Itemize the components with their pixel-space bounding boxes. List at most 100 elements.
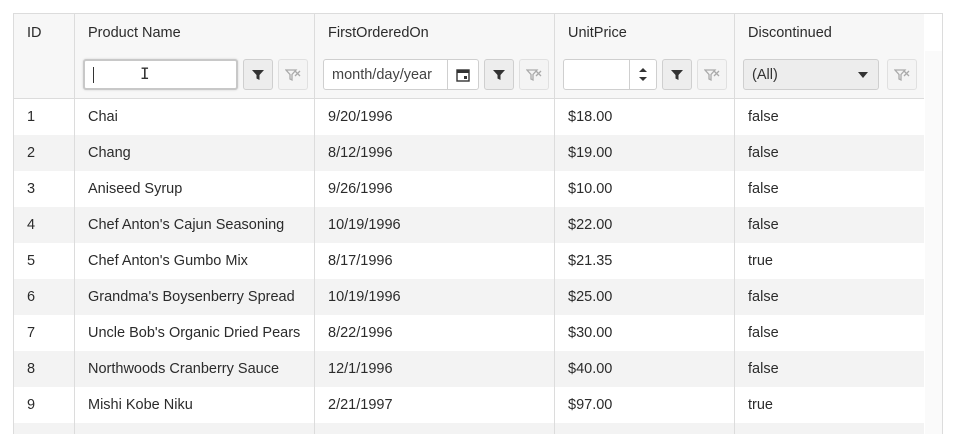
date-filter-placeholder: month/day/year	[332, 66, 432, 83]
clear-filter-icon	[285, 68, 301, 81]
price-filter-button[interactable]	[662, 59, 692, 90]
price-filter-value	[564, 60, 629, 89]
cell-unit-price: $19.00	[555, 135, 735, 171]
table-row[interactable]: 9 Mishi Kobe Niku 2/21/1997 $97.00 true	[14, 387, 924, 423]
cell-unit-price: $30.00	[555, 315, 735, 351]
cell-product-name: Grandma's Boysenberry Spread	[75, 279, 315, 315]
table-row[interactable]: 5 Chef Anton's Gumbo Mix 8/17/1996 $21.3…	[14, 243, 924, 279]
filter-icon	[493, 69, 505, 80]
price-filter-input[interactable]	[563, 59, 657, 90]
grid-header-row: ID Product Name FirstOrderedOn UnitPrice…	[14, 14, 924, 52]
cell-id: 1	[14, 99, 75, 135]
spinner-up-icon[interactable]	[638, 67, 648, 73]
filter-cell-id	[14, 51, 75, 98]
text-cursor-icon: I	[140, 64, 150, 83]
cell-id	[14, 423, 75, 434]
cell-discontinued	[735, 423, 924, 434]
cell-discontinued: false	[748, 181, 779, 197]
cell-id: 7	[14, 315, 75, 351]
date-filter-button[interactable]	[484, 59, 514, 90]
clear-filter-icon	[526, 68, 542, 81]
filter-cell-unit-price	[555, 51, 735, 98]
cell-product-name: Uncle Bob's Organic Dried Pears	[75, 315, 315, 351]
table-row[interactable]: 8 Northwoods Cranberry Sauce 12/1/1996 $…	[14, 351, 924, 387]
cell-id: 8	[14, 351, 75, 387]
cell-product-name: Northwoods Cranberry Sauce	[75, 351, 315, 387]
cell-discontinued: false	[748, 109, 779, 125]
table-row-partial[interactable]	[14, 423, 924, 434]
cell-product-name: Chang	[75, 135, 315, 171]
chevron-down-icon	[858, 71, 868, 78]
discontinued-filter-select[interactable]: (All)	[743, 59, 879, 90]
cell-first-ordered-on: 10/19/1996	[315, 207, 555, 243]
cell-unit-price: $22.00	[555, 207, 735, 243]
cell-first-ordered-on: 8/12/1996	[315, 135, 555, 171]
cell-product-name	[75, 423, 315, 434]
cell-id: 6	[14, 279, 75, 315]
table-row[interactable]: 6 Grandma's Boysenberry Spread 10/19/199…	[14, 279, 924, 315]
date-filter-input[interactable]: month/day/year	[323, 59, 479, 90]
cell-discontinued: false	[748, 325, 779, 341]
column-header-discontinued[interactable]: Discontinued	[735, 14, 924, 51]
filter-cell-product-name: I	[75, 51, 315, 98]
cell-product-name: Aniseed Syrup	[75, 171, 315, 207]
table-row[interactable]: 2 Chang 8/12/1996 $19.00 false	[14, 135, 924, 171]
column-header-first-ordered-on[interactable]: FirstOrderedOn	[315, 14, 555, 51]
cell-first-ordered-on: 12/1/1996	[315, 351, 555, 387]
column-header-product-name[interactable]: Product Name	[75, 14, 315, 51]
cell-first-ordered-on: 8/17/1996	[315, 243, 555, 279]
discontinued-selected-value: (All)	[752, 66, 778, 83]
cell-unit-price: $25.00	[555, 279, 735, 315]
cell-first-ordered-on: 9/20/1996	[315, 99, 555, 135]
price-spinner[interactable]	[629, 60, 656, 89]
cell-product-name: Mishi Kobe Niku	[75, 387, 315, 423]
cell-id: 2	[14, 135, 75, 171]
calendar-icon	[456, 68, 470, 82]
filter-icon	[671, 69, 683, 80]
cell-unit-price: $40.00	[555, 351, 735, 387]
cell-first-ordered-on: 10/19/1996	[315, 279, 555, 315]
price-clear-filter-button[interactable]	[697, 59, 727, 90]
cell-id: 3	[14, 171, 75, 207]
cell-first-ordered-on: 9/26/1996	[315, 171, 555, 207]
cell-discontinued: false	[748, 289, 779, 305]
calendar-button[interactable]	[447, 60, 478, 89]
text-caret	[93, 66, 94, 83]
cell-first-ordered-on: 8/22/1996	[315, 315, 555, 351]
product-name-filter-input[interactable]: I	[83, 59, 238, 90]
clear-filter-icon	[704, 68, 720, 81]
cell-discontinued: false	[748, 361, 779, 377]
products-grid: ID Product Name FirstOrderedOn UnitPrice…	[13, 13, 943, 434]
cell-id: 9	[14, 387, 75, 423]
cell-unit-price: $21.35	[555, 243, 735, 279]
cell-discontinued: false	[748, 145, 779, 161]
cell-first-ordered-on: 2/21/1997	[315, 387, 555, 423]
table-row[interactable]: 7 Uncle Bob's Organic Dried Pears 8/22/1…	[14, 315, 924, 351]
product-name-clear-filter-button[interactable]	[278, 59, 308, 90]
filter-cell-first-ordered-on: month/day/year	[315, 51, 555, 98]
cell-product-name: Chai	[75, 99, 315, 135]
table-row[interactable]: 3 Aniseed Syrup 9/26/1996 $10.00 false	[14, 171, 924, 207]
column-header-id[interactable]: ID	[14, 14, 75, 51]
clear-filter-icon	[894, 68, 910, 81]
cell-id: 5	[14, 243, 75, 279]
cell-unit-price: $10.00	[555, 171, 735, 207]
cell-id: 4	[14, 207, 75, 243]
grid-filter-row: I month/day/year (All)	[14, 51, 924, 99]
cell-discontinued: true	[748, 253, 773, 269]
table-row[interactable]: 4 Chef Anton's Cajun Seasoning 10/19/199…	[14, 207, 924, 243]
cell-discontinued: true	[748, 397, 773, 413]
cell-unit-price	[555, 423, 735, 434]
discontinued-clear-filter-button[interactable]	[887, 59, 917, 90]
cell-unit-price: $18.00	[555, 99, 735, 135]
cell-product-name: Chef Anton's Cajun Seasoning	[75, 207, 315, 243]
product-name-filter-button[interactable]	[243, 59, 273, 90]
cell-product-name: Chef Anton's Gumbo Mix	[75, 243, 315, 279]
vertical-scrollbar[interactable]	[925, 51, 942, 434]
table-row[interactable]: 1 Chai 9/20/1996 $18.00 false	[14, 99, 924, 135]
column-header-unit-price[interactable]: UnitPrice	[555, 14, 735, 51]
filter-icon	[252, 69, 264, 80]
date-clear-filter-button[interactable]	[519, 59, 549, 90]
cell-unit-price: $97.00	[555, 387, 735, 423]
spinner-down-icon[interactable]	[638, 76, 648, 82]
